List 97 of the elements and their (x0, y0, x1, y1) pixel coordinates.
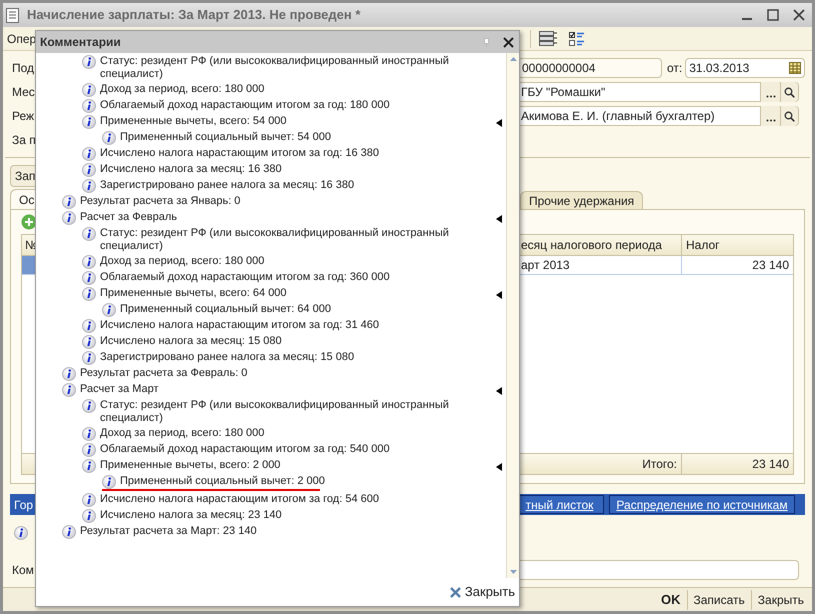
comment-text: Доход за период, всего: 180 000 (100, 255, 266, 268)
comment-text: Облагаемый доход нарастающим итогом за год: 180 000 (100, 99, 391, 112)
maximize-icon (767, 9, 779, 21)
info-icon (82, 443, 96, 457)
info-icon (102, 475, 116, 489)
collapse-arrow-icon[interactable] (496, 215, 502, 223)
comment-text: Статус: резидент РФ (или высококвалифицированный иностранный специалист) (100, 55, 450, 81)
operations-menu[interactable]: Опер (7, 32, 36, 46)
info-icon (82, 319, 96, 333)
info-icon (82, 509, 96, 523)
comment-text: Зарегистрировано ранее налога за месяц: 15 080 (100, 351, 356, 364)
collapse-arrow-icon[interactable] (496, 119, 502, 127)
info-icon (82, 255, 96, 269)
collapse-arrow-icon[interactable] (496, 387, 502, 395)
info-icon (102, 303, 116, 317)
dialog-button[interactable]: Закрыть (750, 590, 810, 610)
comment-text: Статус: резидент РФ (или высококвалифицированный иностранный специалист) (100, 399, 450, 425)
info-icon (62, 383, 76, 397)
comment-text: Статус: резидент РФ (или высококвалифицированный иностранный специалист) (100, 227, 450, 253)
popup-title: Комментарии (40, 34, 122, 51)
info-icon (62, 525, 76, 539)
comment-text: Примененный социальный вычет: 54 000 (120, 131, 332, 144)
info-icon (82, 179, 96, 193)
close-button[interactable] (501, 35, 515, 49)
comment-text: Зарегистрировано ранее налога за месяц: 16 380 (100, 179, 356, 192)
comment-text: Исчислено налога нарастающим итогом за год: 54 600 (100, 493, 380, 506)
info-icon (82, 493, 96, 507)
table-cell-text: 23 140 (751, 257, 790, 274)
info-icon (82, 147, 96, 161)
comment-text: Исчислено налога нарастающим итогом за год: 16 380 (100, 147, 380, 160)
comment-text: Облагаемый доход нарастающим итогом за год: 540 000 (100, 443, 391, 456)
info-icon (82, 163, 96, 177)
comment-text: Доход за период, всего: 180 000 (100, 427, 266, 440)
comment-text: Исчислено налога нарастающим итогом за год: 31 460 (100, 319, 380, 332)
info-icon (82, 83, 96, 97)
date-label: от: (667, 60, 682, 77)
comment-text: Результат расчета за Март: 23 140 (80, 525, 258, 538)
info-icon (82, 271, 96, 285)
comment-text: Примененный социальный вычет: 64 000 (120, 303, 332, 316)
comment-text: Исчислено налога за месяц: 23 140 (100, 509, 283, 522)
scrollbar[interactable] (506, 53, 519, 578)
date-field[interactable]: 31.03.2013 (685, 58, 806, 78)
collapse-arrow-icon[interactable] (496, 463, 502, 471)
info-icon (82, 335, 96, 349)
comment-text: Результат расчета за Февраль: 0 (80, 367, 248, 380)
info-icon (82, 227, 96, 241)
info-icon (82, 55, 96, 69)
number-label: Под (12, 61, 34, 75)
number-field[interactable]: 00000000004 (517, 58, 662, 78)
comment-field[interactable] (517, 560, 799, 580)
info-icon (14, 526, 28, 540)
comment-label: Ком (12, 563, 34, 577)
organization-label: Мес (12, 85, 35, 99)
comment-text: Расчет за Март (80, 383, 160, 396)
comment-text: Исчислено налога за месяц: 15 080 (100, 335, 283, 348)
minimize-icon (742, 18, 752, 20)
window-title: Начисление зарплаты: За Март 2013. Не проведен * (27, 6, 360, 24)
tab[interactable]: Прочие удержания (520, 191, 644, 209)
checklist-icon[interactable] (569, 32, 585, 46)
total-label: Итого: (642, 456, 677, 473)
close-icon (793, 9, 805, 21)
info-icon (62, 211, 76, 225)
info-icon (82, 427, 96, 441)
comment-text: Примененный социальный вычет: 2 000 (120, 475, 326, 488)
info-icon (62, 195, 76, 209)
comment-text: Исчислено налога за месяц: 16 380 (100, 163, 283, 176)
info-icon (82, 459, 96, 473)
info-icon (62, 367, 76, 381)
document-icon (6, 8, 19, 22)
info-icon (82, 399, 96, 413)
comment-text: Результат расчета за Январь: 0 (80, 195, 242, 208)
info-icon (82, 287, 96, 301)
info-icon (82, 99, 96, 113)
comment-text: Примененные вычеты, всего: 2 000 (100, 459, 282, 472)
info-icon (82, 115, 96, 129)
comment-text: Примененные вычеты, всего: 54 000 (100, 115, 288, 128)
table-cell: арт 2013 (521, 256, 682, 274)
comment-text: Примененные вычеты, всего: 64 000 (100, 287, 288, 300)
dialog-button[interactable]: Записать (686, 590, 751, 610)
responsible-label: Реж (12, 109, 34, 123)
comment-text: Расчет за Февраль (80, 211, 178, 224)
comment-text: Доход за период, всего: 180 000 (100, 83, 266, 96)
period-label: За п (12, 132, 36, 149)
column-header: есяц налогового периода (521, 235, 682, 255)
dialog-button[interactable]: OK (655, 590, 686, 610)
close-icon (450, 586, 461, 598)
calendar-icon[interactable] (789, 62, 802, 74)
list-settings-icon[interactable] (539, 31, 557, 46)
collapse-arrow-icon[interactable] (496, 291, 502, 299)
total-value: 23 140 (751, 456, 790, 473)
column-header: Налог (685, 237, 721, 254)
action-link[interactable]: Распределение по источникам (609, 495, 795, 514)
info-icon (102, 131, 116, 145)
close-icon (502, 36, 514, 48)
close-popup-button[interactable]: Закрыть (450, 582, 515, 602)
comment-text: Облагаемый доход нарастающим итогом за год: 360 000 (100, 271, 391, 284)
info-icon (82, 351, 96, 365)
